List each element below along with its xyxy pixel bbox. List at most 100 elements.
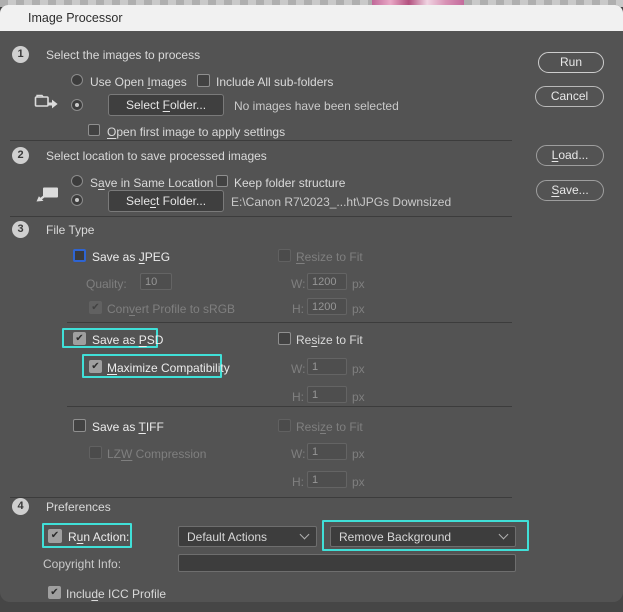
image-processor-dialog-screenshot: Image Processor Run Cancel Load... Save.…	[0, 0, 623, 612]
chevron-down-icon	[498, 529, 509, 540]
label-part: SD	[146, 333, 164, 347]
label-part: PEG	[144, 250, 171, 264]
lzw-compression-checkbox	[89, 446, 102, 459]
source-status-text: No images have been selected	[234, 99, 399, 113]
label-part: T	[138, 420, 146, 434]
tiff-width-unit: px	[352, 447, 365, 461]
label-part: R	[296, 250, 305, 264]
jpeg-width-unit: px	[352, 277, 365, 291]
include-subfolders-checkbox[interactable]	[197, 74, 210, 87]
save-in-same-location-label: Save in Same Location	[90, 176, 213, 190]
section-divider	[10, 140, 512, 141]
jpeg-width-label: W:	[291, 277, 306, 291]
action-dropdown[interactable]: Remove Background	[330, 526, 516, 547]
load-button[interactable]: Load...	[536, 145, 604, 166]
keep-folder-structure-checkbox[interactable]	[216, 175, 228, 187]
section-3-title: File Type	[46, 223, 95, 237]
include-icc-profile-label: Include ICC Profile	[66, 587, 166, 601]
destination-path-text: E:\Canon R7\2023_...ht\JPGs Downsized	[231, 195, 452, 209]
convert-srgb-label: Convert Profile to sRGB	[107, 302, 235, 316]
run-action-checkbox[interactable]: ✔	[48, 529, 62, 543]
save-in-same-location-radio[interactable]	[71, 175, 83, 187]
destination-folder-radio[interactable]	[71, 194, 83, 206]
section-4-number: 4	[12, 498, 29, 515]
tiff-height-unit: px	[352, 475, 365, 489]
psd-height-input	[307, 386, 347, 403]
section-3-number: 3	[12, 221, 29, 238]
save-as-jpeg-checkbox[interactable]	[73, 249, 86, 262]
tiff-width-input	[307, 443, 347, 460]
psd-resize-checkbox[interactable]	[278, 332, 291, 345]
section-divider	[10, 497, 512, 498]
psd-width-label: W:	[291, 362, 306, 376]
save-as-jpeg-label: Save as JPEG	[92, 250, 170, 264]
include-icc-profile-checkbox[interactable]: ✔	[48, 586, 61, 599]
check-icon: ✔	[50, 530, 60, 541]
label-part: IFF	[145, 420, 164, 434]
chevron-down-icon	[299, 529, 310, 540]
label-part: W	[121, 447, 133, 461]
label-part: Use Open	[90, 75, 148, 89]
check-icon: ✔	[91, 302, 100, 313]
tiff-width-label: W:	[291, 447, 306, 461]
label-part: LZ	[107, 447, 122, 461]
psd-height-unit: px	[352, 390, 365, 404]
jpeg-width-input	[307, 273, 347, 290]
tiff-resize-checkbox	[278, 419, 291, 432]
cancel-button[interactable]: Cancel	[535, 86, 604, 107]
psd-width-unit: px	[352, 362, 365, 376]
dialog-titlebar[interactable]: Image Processor	[0, 5, 623, 31]
destination-folder-icon	[36, 187, 58, 202]
open-first-image-label: Open first image to apply settings	[107, 125, 285, 139]
label-part: a	[98, 176, 105, 190]
save-button[interactable]: Save...	[536, 180, 604, 201]
save-as-psd-label: Save as PSD	[92, 333, 163, 347]
save-as-tiff-checkbox[interactable]	[73, 419, 86, 432]
select-destination-folder-button[interactable]: Select Folder...	[108, 190, 224, 212]
filetype-divider	[67, 406, 512, 407]
label-part: Resi	[296, 420, 321, 434]
section-4-title: Preferences	[46, 500, 111, 514]
label-part: ize to Fit	[317, 333, 363, 347]
copyright-info-label: Copyright Info:	[43, 557, 122, 571]
jpeg-height-input	[307, 298, 347, 315]
label-part: Compression	[132, 447, 207, 461]
source-folder-radio[interactable]	[71, 99, 83, 111]
jpeg-height-unit: px	[352, 302, 365, 316]
label-part: Con	[107, 302, 130, 316]
label-part: Save as	[92, 333, 139, 347]
action-set-dropdown[interactable]: Default Actions	[178, 526, 317, 547]
convert-srgb-checkbox: ✔	[89, 301, 102, 314]
label-part: e ICC Profile	[98, 587, 167, 601]
label-part: Save as	[92, 420, 139, 434]
quality-input	[140, 273, 172, 290]
tiff-height-input	[307, 471, 347, 488]
check-icon: ✔	[75, 333, 84, 344]
psd-width-input	[307, 358, 347, 375]
label-part: older...	[170, 98, 207, 112]
use-open-images-radio[interactable]	[71, 74, 83, 86]
label-part: t Folder...	[156, 194, 207, 208]
open-first-image-checkbox[interactable]	[88, 124, 100, 136]
label-part: O	[107, 125, 117, 139]
quality-label: Quality:	[86, 277, 127, 291]
maximize-compatibility-checkbox[interactable]: ✔	[89, 360, 102, 373]
label-part: n Action:	[83, 530, 130, 544]
save-as-psd-checkbox[interactable]: ✔	[73, 332, 86, 345]
section-1-number: 1	[12, 46, 29, 63]
copyright-info-input[interactable]	[178, 554, 516, 572]
select-source-folder-button[interactable]: Select Folder...	[108, 94, 224, 116]
tiff-height-label: H:	[292, 475, 304, 489]
label-part: M	[107, 361, 117, 375]
jpeg-height-label: H:	[292, 302, 304, 316]
jpeg-resize-checkbox	[278, 249, 291, 262]
check-icon: ✔	[91, 361, 100, 372]
run-action-label: Run Action:	[68, 530, 129, 544]
label-part: Inclu	[66, 587, 92, 601]
run-button[interactable]: Run	[538, 52, 604, 73]
psd-height-label: H:	[292, 390, 304, 404]
filetype-divider	[67, 322, 512, 323]
source-folder-icon	[34, 94, 58, 109]
use-open-images-label: Use Open Images	[90, 75, 187, 89]
action-selected-value: Remove Background	[339, 529, 452, 544]
